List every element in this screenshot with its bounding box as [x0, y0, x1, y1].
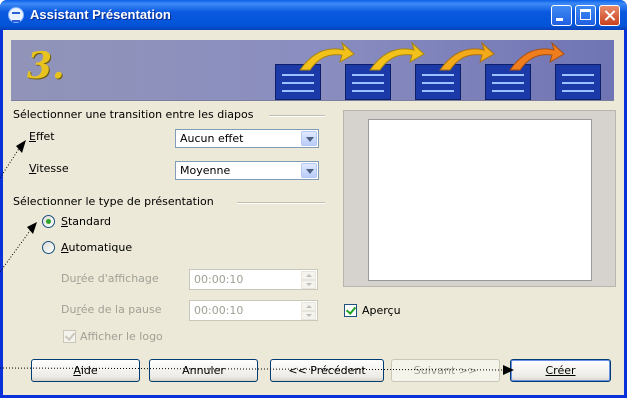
preview-checkbox[interactable]: [344, 304, 357, 317]
automatic-radio[interactable]: [42, 241, 55, 254]
transition-arrow-icon: [439, 41, 495, 71]
group-separator: [269, 115, 325, 117]
previous-button[interactable]: << Précédent: [270, 359, 384, 382]
chevron-down-icon[interactable]: [301, 131, 317, 146]
effect-label: Effet: [29, 130, 55, 143]
create-button[interactable]: Créer: [510, 359, 611, 382]
window-title: Assistant Présentation: [30, 7, 171, 22]
maximize-button[interactable]: [575, 5, 596, 26]
spin-down-icon[interactable]: [301, 311, 316, 320]
transition-arrow-icon: [369, 41, 425, 71]
next-button[interactable]: Suivant >>: [391, 359, 500, 382]
speed-label: Vitesse: [29, 162, 69, 175]
slide-preview-pane: [343, 110, 616, 287]
spin-up-icon[interactable]: [301, 302, 316, 311]
pause-duration-value: 00:00:10: [194, 304, 244, 317]
effect-select[interactable]: Aucun effet: [175, 129, 319, 148]
transition-group-label: Sélectionner une transition entre les di…: [13, 108, 254, 121]
transition-arrow-icon: [299, 41, 355, 71]
spin-down-icon[interactable]: [301, 280, 316, 289]
show-logo-label: Afficher le logo: [80, 330, 163, 343]
close-button[interactable]: [599, 5, 620, 26]
chevron-down-icon[interactable]: [301, 163, 317, 178]
preview-checkbox-label[interactable]: Aperçu: [362, 304, 401, 317]
impress-app-icon: [8, 7, 24, 23]
standard-radio[interactable]: [42, 215, 55, 228]
spin-up-icon[interactable]: [301, 271, 316, 280]
title-bar[interactable]: Assistant Présentation: [0, 0, 627, 30]
help-button[interactable]: Aide: [31, 359, 140, 382]
display-duration-value: 00:00:10: [194, 273, 244, 286]
pause-duration-spinner[interactable]: 00:00:10: [189, 300, 318, 321]
step-number: 3.: [27, 45, 65, 87]
minimize-button[interactable]: [551, 5, 572, 26]
speed-select-value: Moyenne: [180, 164, 231, 177]
effect-select-value: Aucun effet: [180, 132, 244, 145]
pause-duration-label: Durée de la pause: [61, 303, 162, 316]
wizard-banner: 3.: [11, 40, 614, 101]
transition-arrow-icon: [509, 41, 565, 71]
display-duration-spinner[interactable]: 00:00:10: [189, 269, 318, 290]
standard-radio-label[interactable]: Standard: [61, 215, 111, 228]
slide-preview-canvas: [368, 119, 592, 281]
speed-select[interactable]: Moyenne: [175, 161, 319, 180]
group-separator: [237, 202, 325, 204]
display-duration-label: Durée d'affichage: [61, 272, 159, 285]
automatic-radio-label[interactable]: Automatique: [61, 241, 132, 254]
show-logo-checkbox[interactable]: [63, 330, 76, 343]
cancel-button[interactable]: Annuler: [149, 359, 258, 382]
presentation-type-group-label: Sélectionner le type de présentation: [13, 195, 214, 208]
create-button-label: Créer: [545, 364, 576, 377]
